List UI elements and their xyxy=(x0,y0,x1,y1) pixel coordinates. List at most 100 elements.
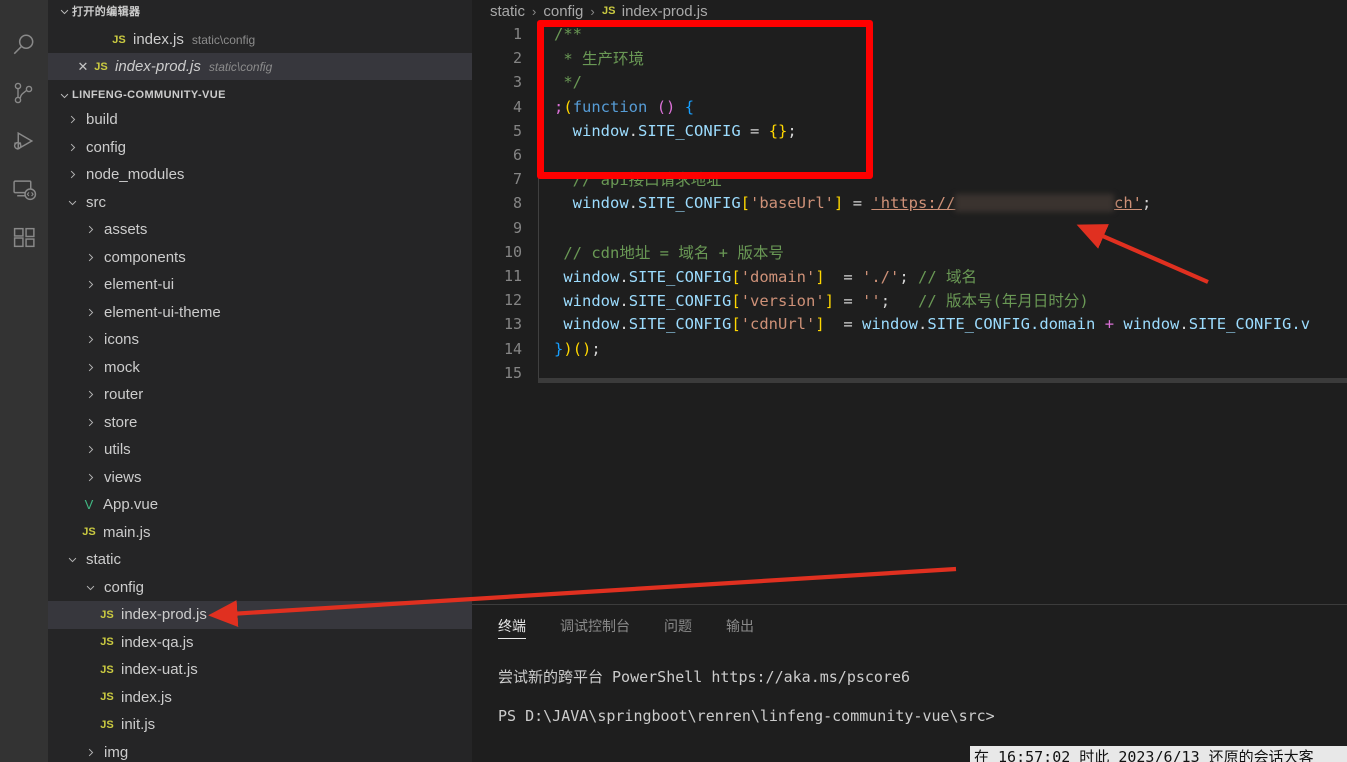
tree-item-label: store xyxy=(104,413,138,431)
tree-item-icons[interactable]: icons xyxy=(48,326,472,354)
tree-item-app-vue[interactable]: V App.vue xyxy=(48,491,472,519)
vue-file-icon: V xyxy=(84,497,94,513)
line-number: 13 xyxy=(503,315,522,334)
file-tree: build config node_modules src assets componen… xyxy=(48,106,472,762)
project-section-header[interactable]: LINFENG-COMMUNITY-VUE xyxy=(48,84,472,106)
code-line[interactable]: 1 /** xyxy=(472,22,1347,46)
tree-item-label: index-uat.js xyxy=(121,661,198,679)
js-file-icon: JS xyxy=(100,691,114,704)
tree-item-img[interactable]: img xyxy=(48,739,472,762)
tree-item-node-modules[interactable]: node_modules xyxy=(48,161,472,189)
tree-item-assets[interactable]: assets xyxy=(48,216,472,244)
extensions-icon[interactable] xyxy=(0,213,48,261)
tree-item-label: init.js xyxy=(121,716,156,734)
code-token-keyword: function xyxy=(572,97,648,116)
tree-item-router[interactable]: router xyxy=(48,381,472,409)
tree-item-views[interactable]: views xyxy=(48,464,472,492)
code-line[interactable]: 10 // cdn地址 = 域名 + 版本号 xyxy=(472,240,1347,264)
code-line[interactable]: 14 })(); xyxy=(472,336,1347,360)
tab-terminal[interactable]: 终端 xyxy=(498,605,526,647)
code-token-variable: window xyxy=(572,194,629,213)
breadcrumb-config[interactable]: config xyxy=(543,3,583,20)
tree-item-index-prod-js[interactable]: JS index-prod.js xyxy=(48,601,472,629)
open-editors-section-header[interactable]: 打开的编辑器 xyxy=(48,0,472,22)
tree-item-label: App.vue xyxy=(103,496,159,514)
tab-problems[interactable]: 问题 xyxy=(664,605,692,647)
search-icon[interactable] xyxy=(0,21,48,69)
open-editor-path: static\config xyxy=(208,59,273,74)
breadcrumb-file[interactable]: index-prod.js xyxy=(622,3,708,20)
tree-item-index-js[interactable]: JS index.js xyxy=(48,684,472,712)
tree-item-index-qa-js[interactable]: JS index-qa.js xyxy=(48,629,472,657)
tree-item-element-ui-theme[interactable]: element-ui-theme xyxy=(48,299,472,327)
tree-item-main-js[interactable]: JS main.js xyxy=(48,519,472,547)
tree-item-src[interactable]: src xyxy=(48,189,472,217)
source-control-icon[interactable] xyxy=(0,69,48,117)
js-file-icon: JS xyxy=(100,718,114,731)
code-line[interactable]: 8 window.SITE_CONFIG['baseUrl'] = 'https… xyxy=(472,191,1347,215)
tree-item-components[interactable]: components xyxy=(48,244,472,272)
tree-item-init-js[interactable]: JS init.js xyxy=(48,711,472,739)
line-number: 11 xyxy=(503,266,522,285)
code-token-property: SITE_CONFIG xyxy=(638,194,741,213)
tree-item-mock[interactable]: mock xyxy=(48,354,472,382)
line-number: 8 xyxy=(512,194,522,213)
run-and-debug-icon[interactable] xyxy=(0,117,48,165)
js-file-icon: JS xyxy=(112,33,126,46)
code-line[interactable]: 2 * 生产环境 xyxy=(472,46,1347,70)
tree-item-label: node_modules xyxy=(86,166,185,184)
tree-item-label: src xyxy=(86,193,106,211)
tree-item-label: utils xyxy=(104,441,131,459)
code-line[interactable]: 12 window.SITE_CONFIG['version'] = ''; /… xyxy=(472,288,1347,312)
code-token-url[interactable]: ch' xyxy=(1114,194,1142,212)
line-number: 14 xyxy=(503,339,522,358)
chevron-right-icon xyxy=(82,279,98,290)
code-token-property: SITE_CONFIG xyxy=(638,121,741,140)
open-editor-item-index-prod-js[interactable]: ✕ JS index-prod.js static\config xyxy=(48,53,472,80)
code-line[interactable]: 5 window.SITE_CONFIG = {}; xyxy=(472,119,1347,143)
terminal-output[interactable]: 尝试新的跨平台 PowerShell https://aka.ms/pscore… xyxy=(472,661,1347,731)
editor-horizontal-scrollbar[interactable] xyxy=(538,378,1347,383)
tree-item-utils[interactable]: utils xyxy=(48,436,472,464)
code-token: { xyxy=(684,97,695,116)
tree-item-label: element-ui xyxy=(104,276,175,294)
code-line[interactable]: 13 window.SITE_CONFIG['cdnUrl'] = window… xyxy=(472,312,1347,336)
code-line[interactable]: 11 window.SITE_CONFIG['domain'] = './'; … xyxy=(472,264,1347,288)
code-line[interactable]: 3 */ xyxy=(472,70,1347,94)
code-line[interactable]: 7 // api接口请求地址 xyxy=(472,167,1347,191)
explorer-sidebar: 打开的编辑器 JS index.js static\config ✕ JS in… xyxy=(48,0,472,762)
code-token-url[interactable]: 'https:// xyxy=(871,194,955,212)
code-line[interactable]: 4 ;(function () { xyxy=(472,95,1347,119)
tree-item-element-ui[interactable]: element-ui xyxy=(48,271,472,299)
tree-item-config[interactable]: config xyxy=(48,134,472,162)
code-line[interactable]: 9 xyxy=(472,216,1347,240)
code-token-comment: // 版本号(年月日时分) xyxy=(918,292,1089,311)
tree-item-config[interactable]: config xyxy=(48,574,472,602)
code-editor[interactable]: 1 /** 2 * 生产环境 3 */ 4 ;(function () { 5 xyxy=(472,22,1347,604)
js-file-icon: JS xyxy=(100,636,114,649)
breadcrumb[interactable]: static › config › JS index-prod.js xyxy=(472,0,1347,22)
breadcrumb-static[interactable]: static xyxy=(490,3,525,20)
tree-item-static[interactable]: static xyxy=(48,546,472,574)
tab-output[interactable]: 输出 xyxy=(726,605,754,647)
code-token-comment: * 生产环境 xyxy=(554,50,644,69)
tree-item-index-uat-js[interactable]: JS index-uat.js xyxy=(48,656,472,684)
tab-debug-console[interactable]: 调试控制台 xyxy=(560,605,630,647)
line-number: 1 xyxy=(512,25,522,44)
chevron-down-icon xyxy=(56,6,72,17)
tree-item-build[interactable]: build xyxy=(48,106,472,134)
code-token-variable: window xyxy=(572,121,629,140)
tree-item-label: icons xyxy=(104,331,140,349)
chevron-right-icon xyxy=(82,224,98,235)
remote-explorer-icon[interactable] xyxy=(0,165,48,213)
chevron-right-icon xyxy=(82,389,98,400)
chevron-down-icon xyxy=(56,90,72,101)
open-editor-item-index-js[interactable]: JS index.js static\config xyxy=(48,26,472,53)
code-token-property: SITE_CONFIG xyxy=(628,267,732,286)
code-token-property: SITE_CONFIG xyxy=(927,315,1031,334)
close-icon[interactable]: ✕ xyxy=(72,59,94,75)
open-editor-name: index-prod.js xyxy=(115,58,201,75)
code-line[interactable]: 6 xyxy=(472,143,1347,167)
tree-item-store[interactable]: store xyxy=(48,409,472,437)
code-token-comment: // 域名 xyxy=(918,267,978,286)
